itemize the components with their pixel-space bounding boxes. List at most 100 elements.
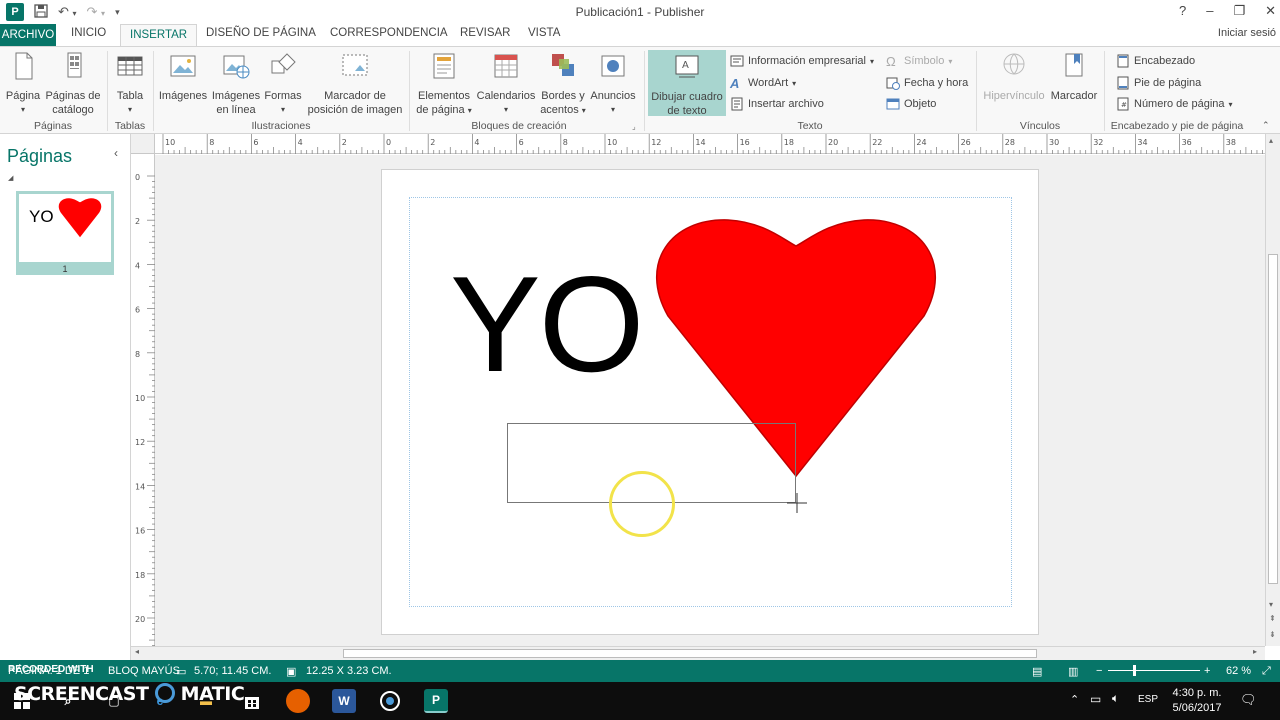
ruler-label: 6 <box>253 138 258 147</box>
scroll-up-icon[interactable]: ▴ <box>1269 136 1273 145</box>
page-parts-icon <box>433 53 455 79</box>
horizontal-scrollbar[interactable]: ◂ ▸ <box>131 646 1265 660</box>
bordes-acentos-button[interactable]: Bordes y acentos ▾ <box>538 51 588 118</box>
scroll-left-icon[interactable]: ◂ <box>135 647 139 656</box>
publication-page[interactable]: YO <box>381 169 1039 635</box>
yo-text[interactable]: YO <box>450 256 644 392</box>
imagenes-button[interactable]: Imágenes <box>157 51 209 103</box>
zoom-out-button[interactable]: − <box>1096 665 1102 677</box>
horizontal-ruler[interactable]: 10 8 6 4 2 0 2 4 6 8 10 12 14 16 18 20 22 24 26 28 30 32 34 36 3… <box>155 134 1265 154</box>
wordart-button[interactable]: A WordArt ▾ <box>730 76 796 91</box>
horizontal-scroll-thumb[interactable] <box>343 649 1037 658</box>
restore-button[interactable]: ❐ <box>1233 3 1245 19</box>
fit-page-icon[interactable]: ⤢ <box>1262 665 1271 678</box>
draw-textbox-icon: A <box>675 55 699 78</box>
page-thumbnail[interactable]: YO 1 <box>16 191 114 275</box>
vertical-scrollbar[interactable]: ▴ ▾ ⇞ ⇟ <box>1265 134 1280 646</box>
hipervinculo-button[interactable]: Hipervínculo <box>980 51 1048 103</box>
tab-correspondencia[interactable]: CORRESPONDENCIA <box>330 27 448 39</box>
tabla-button[interactable]: Tabla ▾ <box>112 51 148 117</box>
calendarios-button[interactable]: Calendarios ▾ <box>475 51 537 117</box>
tab-insertar[interactable]: INSERTAR <box>120 24 198 47</box>
formas-button[interactable]: Formas ▾ <box>262 51 304 117</box>
single-page-view-icon[interactable]: ▤ <box>1032 665 1042 678</box>
ruler-label: 36 <box>1182 138 1192 147</box>
watermark-recorded: RECORDED WITH <box>8 664 94 675</box>
informacion-empresarial-button[interactable]: Información empresarial ▾ <box>730 54 874 68</box>
language-indicator[interactable]: ESP <box>1138 694 1158 705</box>
date-time-icon <box>886 76 900 90</box>
ruler-label: 4 <box>135 261 140 270</box>
zoom-level[interactable]: 62 % <box>1226 665 1251 677</box>
ruler-corner[interactable] <box>131 134 155 154</box>
tab-inicio[interactable]: INICIO <box>71 27 106 39</box>
vertical-scroll-thumb[interactable] <box>1268 254 1278 584</box>
collapse-pane-icon[interactable]: ‹ <box>114 146 118 160</box>
help-button[interactable]: ? <box>1179 3 1186 19</box>
ruler-label: 14 <box>135 482 145 491</box>
volume-icon[interactable]: 🔈︎ <box>1112 691 1119 706</box>
zoom-in-button[interactable]: + <box>1204 665 1210 677</box>
pages-pane-title: Páginas <box>7 146 73 166</box>
scroll-down-icon[interactable]: ▾ <box>1269 600 1273 609</box>
group-label-paginas: Páginas <box>34 120 72 132</box>
ruler-label: 14 <box>695 138 705 147</box>
wordart-icon: A <box>730 76 740 91</box>
two-page-view-icon[interactable]: ▥ <box>1068 665 1078 678</box>
anuncios-button[interactable]: Anuncios ▾ <box>588 51 638 117</box>
picture-placeholder-icon <box>342 54 368 76</box>
clock-time: 4:30 p. m. <box>1172 687 1222 699</box>
workspace[interactable]: YO <box>155 155 1265 646</box>
pie-pagina-button[interactable]: Pie de página <box>1116 76 1201 90</box>
zoom-slider-thumb[interactable] <box>1133 665 1136 676</box>
marcador-posicion-imagen-button[interactable]: Marcador de posición de imagen <box>304 51 406 117</box>
scroll-right-icon[interactable]: ▸ <box>1253 647 1257 656</box>
pagina-button[interactable]: Página ▾ <box>4 51 42 117</box>
fecha-hora-button[interactable]: Fecha y hora <box>886 76 968 90</box>
ruler-label: 2 <box>430 138 435 147</box>
dibujar-cuadro-texto-button[interactable]: A Dibujar cuadro de texto <box>648 50 726 117</box>
tab-archivo[interactable]: ARCHIVO <box>0 24 56 46</box>
notifications-icon[interactable]: 🗨︎ <box>1240 692 1257 708</box>
network-icon[interactable]: ▭ <box>1090 692 1101 706</box>
numero-pagina-button[interactable]: # Número de página ▾ <box>1116 97 1233 111</box>
tab-vista[interactable]: VISTA <box>528 27 560 39</box>
tab-diseno-pagina[interactable]: DISEÑO DE PÁGINA <box>206 27 316 39</box>
expand-triangle-icon[interactable]: ◢ <box>8 174 13 182</box>
previous-page-icon[interactable]: ⇞ <box>1269 614 1276 623</box>
marcador-button[interactable]: Marcador <box>1048 51 1100 103</box>
insertar-archivo-button[interactable]: Insertar archivo <box>730 97 824 111</box>
sign-in-link[interactable]: Iniciar sesió <box>1218 27 1276 39</box>
word-icon[interactable]: W <box>332 689 356 713</box>
dialog-launcher-icon[interactable]: ⌟ <box>632 122 636 131</box>
clock[interactable]: 4:30 p. m. 5/06/2017 <box>1162 686 1232 716</box>
page-icon <box>15 52 33 80</box>
imagenes-linea-button[interactable]: Imágenes en línea <box>210 51 262 117</box>
status-position: 5.70; 11.45 CM. <box>194 665 272 677</box>
object-icon <box>886 97 900 111</box>
simbolo-button[interactable]: Ω Símbolo ▾ <box>886 54 952 69</box>
group-label-tablas: Tablas <box>114 120 146 132</box>
firefox-icon[interactable] <box>286 689 310 713</box>
ruler-label: 8 <box>563 138 568 147</box>
status-size: 12.25 X 3.23 CM. <box>306 665 392 677</box>
next-page-icon[interactable]: ⇟ <box>1269 630 1276 639</box>
close-button[interactable]: ✕ <box>1265 3 1276 19</box>
ruler-label: 26 <box>961 138 971 147</box>
publisher-taskbar-icon[interactable]: P <box>424 689 448 713</box>
collapse-ribbon-icon[interactable]: ⌃ <box>1262 120 1270 131</box>
zoom-slider[interactable] <box>1108 670 1200 671</box>
encabezado-button[interactable]: Encabezado <box>1116 54 1195 68</box>
paginas-catalogo-button[interactable]: Páginas de catálogo <box>44 51 102 117</box>
minimize-button[interactable]: – <box>1206 3 1213 19</box>
vertical-ruler[interactable]: 0 2 4 6 8 10 12 14 16 18 20 <box>131 154 155 658</box>
elementos-pagina-button[interactable]: Elementos de página ▾ <box>414 51 474 118</box>
objeto-button[interactable]: Objeto <box>886 97 936 111</box>
recorder-icon[interactable] <box>378 689 402 713</box>
ruler-label: 16 <box>740 138 750 147</box>
thumbnail-heart <box>58 198 102 238</box>
ruler-label: 34 <box>1137 138 1147 147</box>
tab-revisar[interactable]: REVISAR <box>460 27 511 39</box>
ribbon-separator <box>644 51 645 131</box>
tray-chevron-icon[interactable]: ⌃ <box>1070 693 1079 706</box>
